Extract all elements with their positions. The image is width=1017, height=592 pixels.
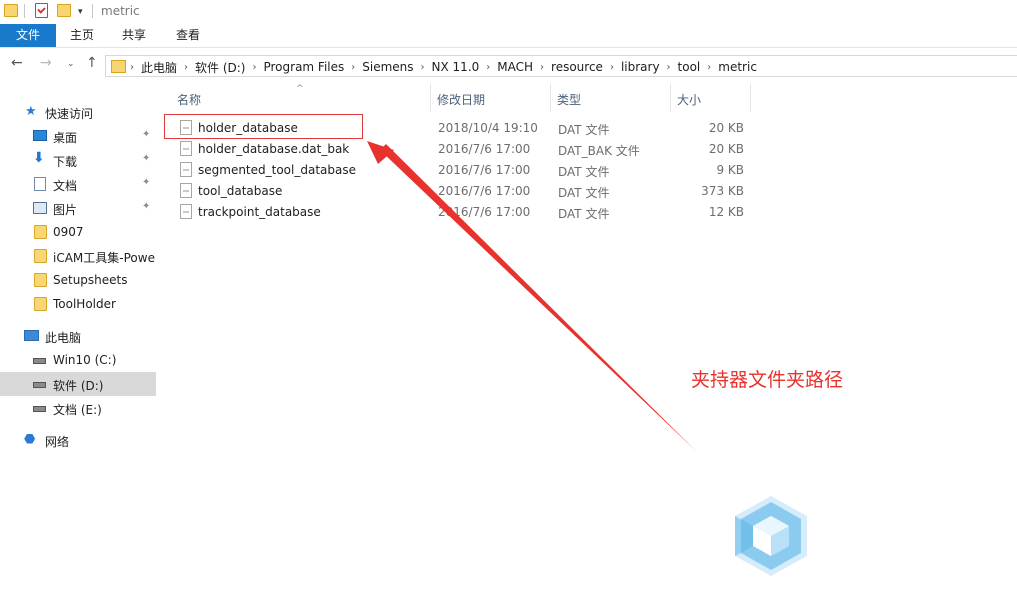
arrow-head-icon — [367, 141, 394, 164]
arrow-shaft — [380, 144, 697, 452]
annotation-label: 夹持器文件夹路径 — [691, 369, 844, 391]
annotation-arrow — [367, 141, 697, 452]
cube-logo-icon — [735, 496, 807, 576]
